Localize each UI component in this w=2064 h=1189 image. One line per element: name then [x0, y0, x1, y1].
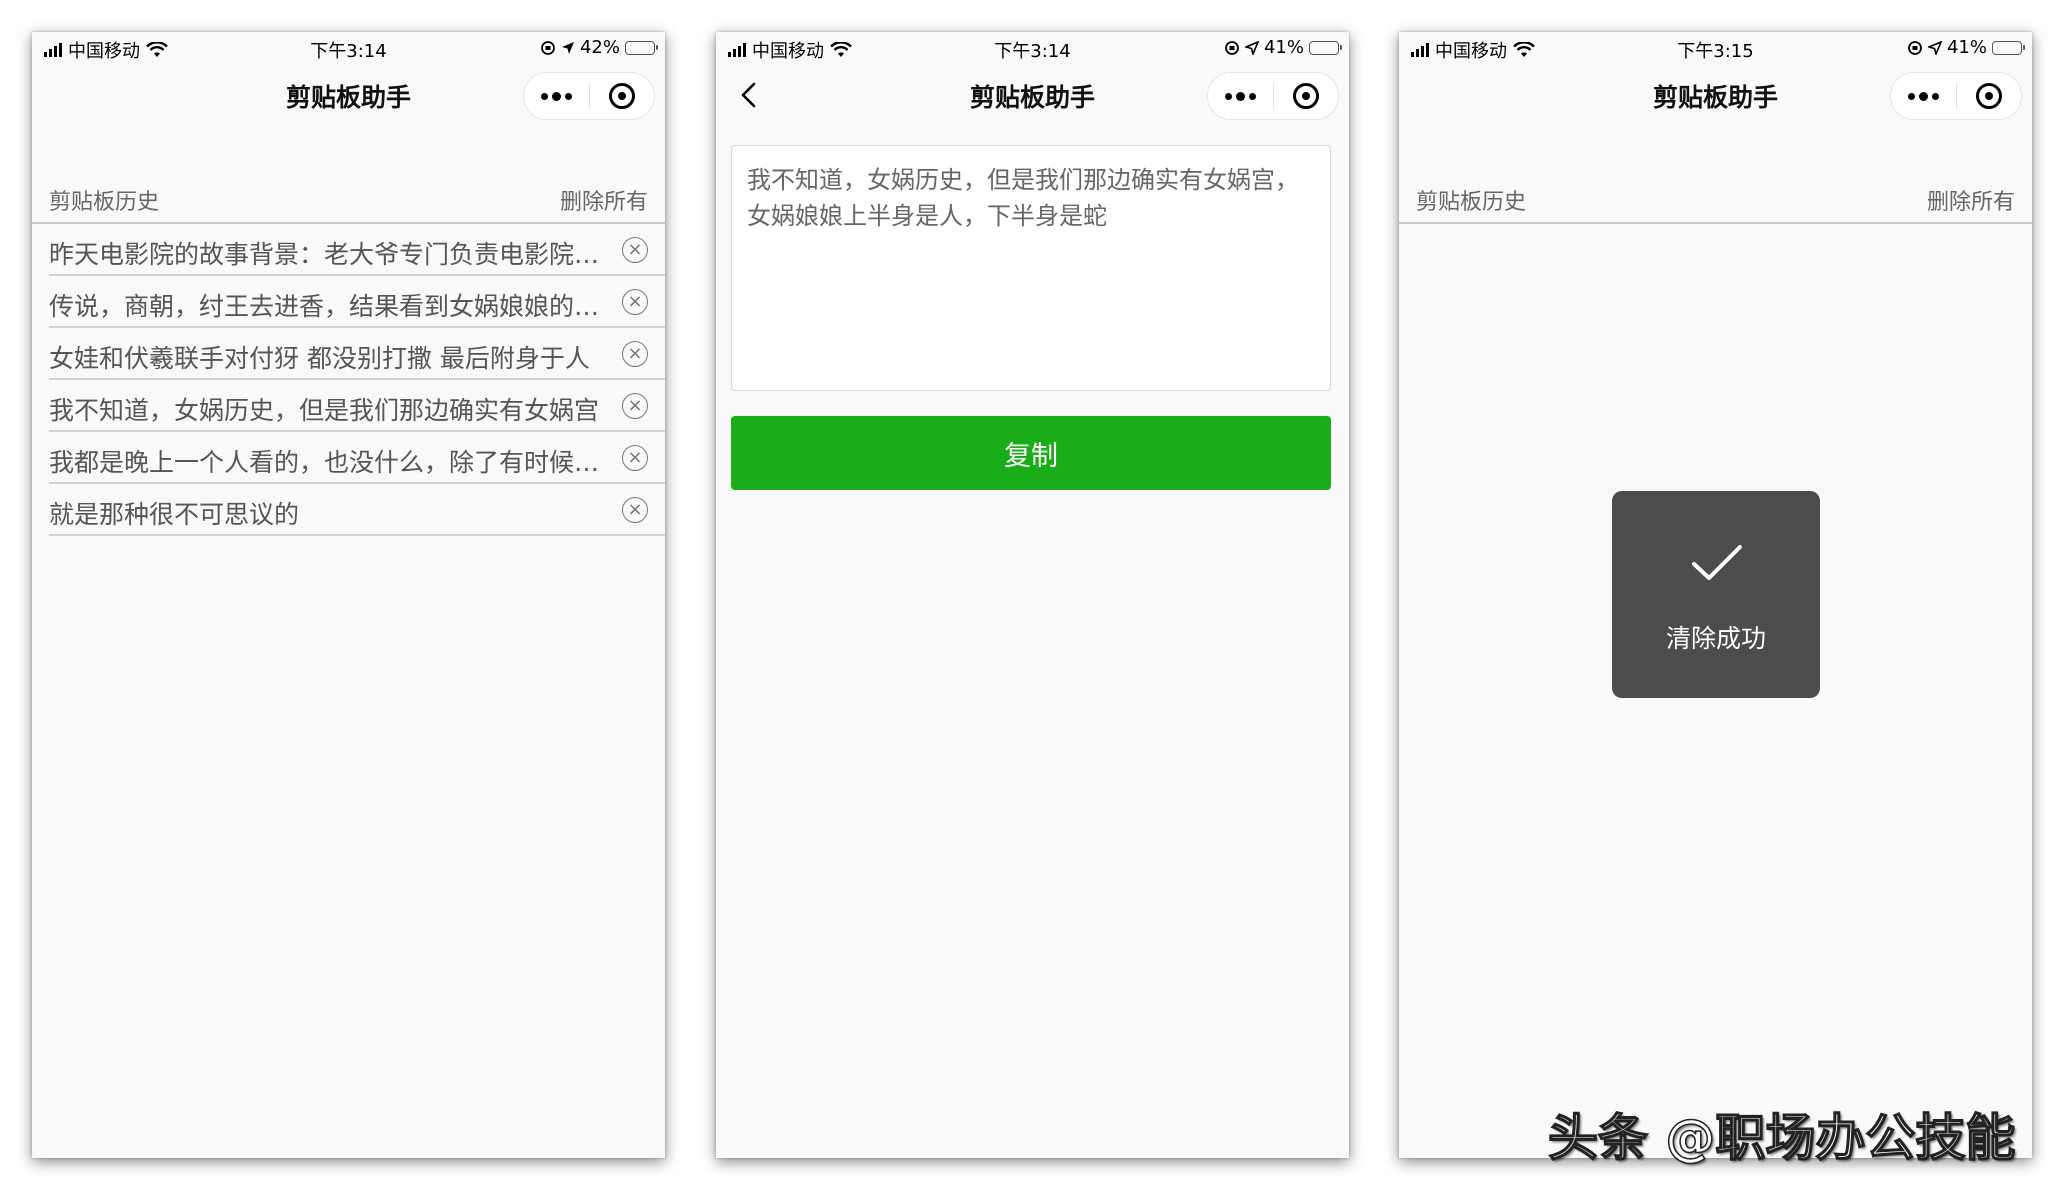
orientation-lock-icon: [1908, 40, 1922, 55]
close-button[interactable]: [590, 73, 655, 119]
orientation-lock-icon: [1225, 40, 1239, 55]
battery-icon: [1309, 40, 1342, 55]
more-button[interactable]: [524, 73, 589, 119]
close-button[interactable]: [1274, 73, 1339, 119]
delete-circle-icon[interactable]: ×: [622, 393, 648, 419]
delete-circle-icon[interactable]: ×: [622, 237, 648, 263]
list-item[interactable]: 就是那种很不可思议的 ×: [49, 484, 665, 536]
battery-icon: [1992, 40, 2025, 55]
delete-all-button[interactable]: 删除所有: [1927, 184, 2015, 216]
battery-percent: 41%: [1946, 37, 1987, 58]
more-button[interactable]: [1891, 73, 1956, 119]
mini-program-capsule: [1890, 72, 2022, 120]
list-item-text: 传说，商朝，纣王去进香，结果看到女娲娘娘的神像: [49, 292, 604, 321]
list-item-text: 我都是晚上一个人看的，也没什么，除了有时候有点怕: [49, 448, 604, 477]
nav-bar: 剪贴板助手: [32, 66, 665, 124]
target-close-icon: [1292, 83, 1319, 109]
status-bar: 中国移动 下午3:14 42%: [32, 32, 665, 66]
list-item[interactable]: 昨天电影院的故事背景：老大爷专门负责电影院的清洁工作 ×: [49, 224, 665, 276]
nav-bar: 剪贴板助手: [716, 66, 1349, 124]
list-item[interactable]: 女娃和伏羲联手对付犽 都没别打撒 最后附身于人 ×: [49, 328, 665, 380]
phone-screen-detail: 中国移动 下午3:14 41% 剪贴板助手 我不知道，女娲历史，但是我们那边确实…: [716, 32, 1349, 1158]
orientation-lock-icon: [541, 40, 555, 55]
target-close-icon: [1975, 83, 2002, 109]
more-dots-icon: [540, 91, 572, 101]
location-icon: [561, 41, 574, 54]
more-dots-icon: [1907, 91, 1939, 101]
status-bar: 中国移动 下午3:14 41%: [716, 32, 1349, 66]
delete-all-button[interactable]: 删除所有: [560, 184, 648, 216]
mini-program-capsule: [523, 72, 655, 120]
close-button[interactable]: [1957, 73, 2022, 119]
delete-circle-icon[interactable]: ×: [622, 497, 648, 523]
battery-icon: [625, 40, 658, 55]
delete-circle-icon[interactable]: ×: [622, 445, 648, 471]
list-item[interactable]: 我都是晚上一个人看的，也没什么，除了有时候有点怕 ×: [49, 432, 665, 484]
target-close-icon: [608, 83, 635, 109]
battery-percent: 41%: [1263, 37, 1304, 58]
more-button[interactable]: [1208, 73, 1273, 119]
success-toast: 清除成功: [1612, 491, 1820, 698]
location-icon: [1244, 40, 1259, 55]
nav-bar: 剪贴板助手: [1399, 66, 2032, 124]
list-item-text: 昨天电影院的故事背景：老大爷专门负责电影院的清洁工作: [49, 240, 604, 269]
phone-screen-cleared: 中国移动 下午3:15 41% 剪贴板助手 剪贴板历史 删除所有 清除成功: [1399, 32, 2032, 1158]
list-item-text: 就是那种很不可思议的: [49, 500, 300, 529]
history-header: 剪贴板历史 删除所有: [32, 150, 665, 224]
mini-program-capsule: [1207, 72, 1339, 120]
watermark: 头条 @职场办公技能: [1547, 1108, 2016, 1168]
history-list: 昨天电影院的故事背景：老大爷专门负责电影院的清洁工作 × 传说，商朝，纣王去进香…: [32, 224, 665, 536]
list-item[interactable]: 我不知道，女娲历史，但是我们那边确实有女娲宫 ×: [49, 380, 665, 432]
clipboard-textarea[interactable]: 我不知道，女娲历史，但是我们那边确实有女娲宫，女娲娘娘上半身是人，下半身是蛇: [731, 145, 1331, 391]
list-item[interactable]: 传说，商朝，纣王去进香，结果看到女娲娘娘的神像 ×: [49, 276, 665, 328]
list-item-text: 我不知道，女娲历史，但是我们那边确实有女娲宫: [49, 396, 600, 425]
delete-circle-icon[interactable]: ×: [622, 289, 648, 315]
checkmark-icon: [1692, 545, 1742, 580]
copy-button[interactable]: 复制: [731, 416, 1331, 490]
location-icon: [1927, 40, 1942, 55]
battery-percent: 42%: [579, 37, 620, 58]
status-bar: 中国移动 下午3:15 41%: [1399, 32, 2032, 66]
list-item-text: 女娃和伏羲联手对付犽 都没别打撒 最后附身于人: [49, 344, 590, 373]
toast-message: 清除成功: [1665, 624, 1766, 653]
delete-circle-icon[interactable]: ×: [622, 341, 648, 367]
more-dots-icon: [1224, 91, 1256, 101]
history-title: 剪贴板历史: [49, 190, 160, 215]
phone-screen-history: 中国移动 下午3:14 42% 剪贴板助手 剪贴板历史 删除所有 昨天电影院的故…: [32, 32, 665, 1158]
history-title: 剪贴板历史: [1416, 190, 1527, 215]
history-header: 剪贴板历史 删除所有: [1399, 150, 2032, 224]
